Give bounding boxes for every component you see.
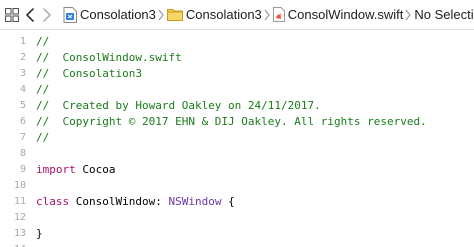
line-number: 12 bbox=[13, 212, 26, 223]
code-line: 8 bbox=[0, 145, 474, 162]
breadcrumb-group[interactable]: Consolation3 bbox=[166, 4, 262, 26]
code-keyword: import bbox=[36, 163, 76, 176]
breadcrumb-label: Consolation3 bbox=[185, 7, 262, 22]
swift-file-icon bbox=[272, 7, 285, 22]
code-line: 10 bbox=[0, 177, 474, 194]
code-line: 2 // ConsolWindow.swift bbox=[0, 49, 474, 66]
code-type: NSWindow bbox=[168, 195, 222, 208]
related-items-grid-icon[interactable] bbox=[5, 4, 19, 26]
breadcrumb-label: No Selection bbox=[414, 7, 474, 22]
line-number: 13 bbox=[13, 228, 26, 239]
code-comment: // ConsolWindow.swift bbox=[36, 51, 182, 64]
breadcrumb-separator-icon bbox=[264, 9, 270, 21]
breadcrumb-separator-icon bbox=[158, 9, 164, 21]
line-number: 9 bbox=[19, 164, 26, 175]
code-comment: // Created by Howard Oakley on 24/11/201… bbox=[36, 99, 321, 112]
source-editor[interactable]: 1 // 2 // ConsolWindow.swift 3 // Consol… bbox=[0, 30, 474, 247]
code-keyword: class bbox=[36, 195, 70, 208]
code-comment: // bbox=[36, 83, 50, 96]
forward-button[interactable] bbox=[43, 4, 51, 26]
line-number: 5 bbox=[19, 100, 26, 111]
breadcrumb-separator-icon bbox=[405, 9, 412, 21]
code-line: 9 import Cocoa bbox=[0, 161, 474, 178]
code-identifier: Cocoa bbox=[75, 163, 116, 176]
breadcrumb-selection[interactable]: No Selection bbox=[414, 4, 474, 26]
xcode-project-icon bbox=[63, 6, 77, 23]
code-line: 3 // Consolation3 bbox=[0, 65, 474, 82]
code-identifier: ConsolWindow: bbox=[69, 195, 169, 208]
line-number: 2 bbox=[19, 52, 26, 63]
breadcrumb-label: Consolation3 bbox=[80, 7, 156, 22]
code-line: 1 // bbox=[0, 33, 474, 50]
breadcrumb-label: ConsolWindow.swift bbox=[287, 7, 404, 22]
code-text: class ConsolWindow: NSWindow { bbox=[36, 193, 235, 210]
code-line: 6 // Copyright © 2017 EHN & DIJ Oakley. … bbox=[0, 113, 474, 130]
breadcrumb-file[interactable]: ConsolWindow.swift bbox=[272, 4, 404, 26]
code-line: 5 // Created by Howard Oakley on 24/11/2… bbox=[0, 97, 474, 114]
code-comment: // Copyright © 2017 EHN & DIJ Oakley. Al… bbox=[36, 115, 427, 128]
line-number: 4 bbox=[19, 84, 26, 95]
code-punctuation: { bbox=[221, 195, 235, 208]
breadcrumb-project[interactable]: Consolation3 bbox=[63, 4, 156, 26]
code-text: } bbox=[36, 227, 43, 240]
line-number: 7 bbox=[19, 132, 26, 143]
line-number: 6 bbox=[19, 116, 26, 127]
code-line: 7 // bbox=[0, 129, 474, 146]
line-number: 10 bbox=[13, 180, 26, 191]
folder-icon bbox=[166, 8, 183, 21]
line-number: 3 bbox=[19, 68, 26, 79]
code-comment: // bbox=[36, 35, 50, 48]
code-line: 4 // bbox=[0, 81, 474, 98]
code-comment: // Consolation3 bbox=[36, 67, 142, 80]
line-number: 1 bbox=[19, 36, 26, 47]
code-line: 12 bbox=[0, 209, 474, 226]
chevron-right-icon bbox=[43, 7, 51, 22]
code-line: 11 class ConsolWindow: NSWindow { bbox=[0, 193, 474, 210]
line-number: 11 bbox=[13, 196, 26, 207]
back-button[interactable] bbox=[26, 4, 34, 26]
jump-bar: Consolation3 Consolation3 ConsolWindow.s… bbox=[0, 0, 474, 30]
code-text: import Cocoa bbox=[36, 161, 116, 178]
code-comment: // bbox=[36, 131, 50, 144]
code-line: 14 bbox=[0, 241, 474, 247]
line-number: 14 bbox=[0, 241, 26, 247]
line-number: 8 bbox=[19, 148, 26, 159]
chevron-left-icon bbox=[26, 7, 34, 22]
code-line: 13 } bbox=[0, 225, 474, 242]
